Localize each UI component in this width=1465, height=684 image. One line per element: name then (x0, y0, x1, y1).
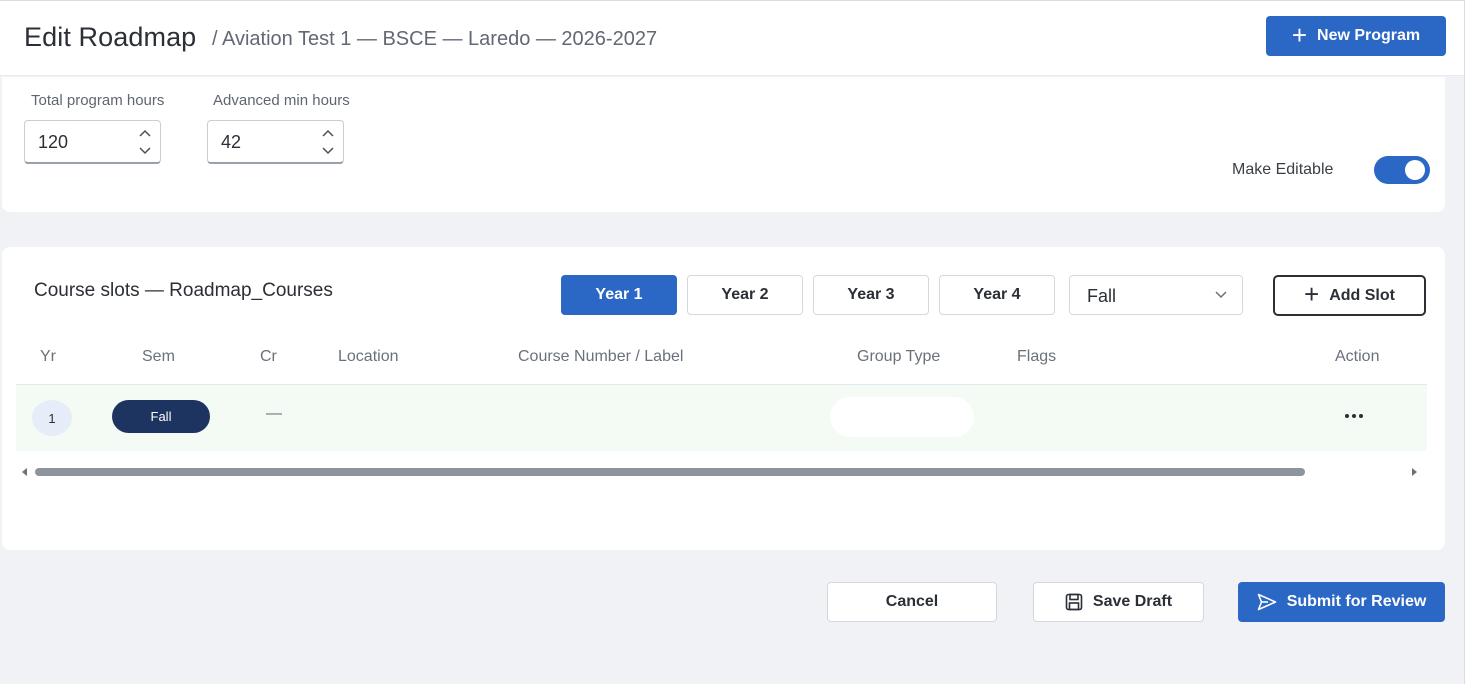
group-type-field[interactable] (830, 397, 974, 437)
advanced-hours-label: Advanced min hours (213, 92, 350, 109)
semester-select-value: Fall (1087, 286, 1117, 306)
horizontal-scrollbar-thumb[interactable] (35, 468, 1305, 476)
cancel-button[interactable]: Cancel (827, 582, 997, 622)
add-slot-button[interactable]: + Add Slot (1273, 275, 1426, 316)
more-actions-icon[interactable] (1341, 403, 1367, 429)
page-header: Edit Roadmap / Aviation Test 1 — BSCE — … (0, 0, 1465, 76)
breadcrumb: / Aviation Test 1 — BSCE — Laredo — 2026… (212, 28, 658, 50)
table-row[interactable]: 1 Fall — (16, 385, 1427, 451)
submit-label: Submit for Review (1286, 593, 1427, 610)
column-header-course-number: Course Number / Label (518, 348, 684, 365)
course-slots-card: Course slots — Roadmap_Courses Year 1 Ye… (2, 247, 1445, 550)
semester-select[interactable]: Fall (1069, 275, 1243, 315)
year-badge: 1 (32, 400, 72, 436)
tab-year-1[interactable]: Year 1 (561, 275, 677, 315)
new-program-button[interactable]: + New Program (1266, 16, 1446, 56)
course-slots-title: Course slots — Roadmap_Courses (34, 280, 333, 301)
save-icon (1065, 593, 1083, 611)
column-header-flags: Flags (1017, 348, 1057, 365)
tab-year-2[interactable]: Year 2 (687, 275, 803, 315)
roadmap-settings-card: Total program hours 120 Advanced min hou… (2, 77, 1445, 212)
add-slot-label: Add Slot (1329, 286, 1395, 304)
scroll-left-arrow-icon[interactable] (22, 468, 27, 476)
new-program-label: New Program (1317, 27, 1421, 44)
column-header-cr: Cr (260, 348, 277, 365)
chevron-down-icon (1215, 291, 1227, 299)
semester-pill[interactable]: Fall (112, 400, 210, 433)
make-editable-label: Make Editable (1232, 161, 1334, 178)
number-spinner-icon[interactable] (321, 126, 335, 158)
column-header-action: Action (1335, 348, 1380, 365)
plus-icon: + (1304, 279, 1320, 309)
tab-year-4[interactable]: Year 4 (939, 275, 1055, 315)
column-header-group-type: Group Type (857, 348, 941, 365)
column-header-sem: Sem (142, 348, 175, 365)
submit-for-review-button[interactable]: Submit for Review (1238, 582, 1445, 622)
page-title: Edit Roadmap (24, 22, 197, 52)
column-header-yr: Yr (40, 348, 56, 365)
total-hours-label: Total program hours (31, 92, 165, 109)
scroll-right-arrow-icon[interactable] (1412, 468, 1417, 476)
number-spinner-icon[interactable] (138, 126, 152, 158)
toggle-knob (1405, 160, 1425, 180)
advanced-hours-input[interactable]: 42 (207, 120, 344, 164)
plus-icon: + (1291, 19, 1308, 50)
send-icon (1257, 593, 1277, 611)
save-draft-label: Save Draft (1092, 593, 1173, 610)
column-header-location: Location (338, 348, 399, 365)
tab-year-3[interactable]: Year 3 (813, 275, 929, 315)
save-draft-button[interactable]: Save Draft (1033, 582, 1204, 622)
make-editable-toggle[interactable] (1374, 156, 1430, 184)
total-hours-input[interactable]: 120 (24, 120, 161, 164)
advanced-hours-value: 42 (221, 132, 242, 152)
total-hours-value: 120 (38, 132, 69, 152)
credit-value: — (266, 405, 282, 422)
